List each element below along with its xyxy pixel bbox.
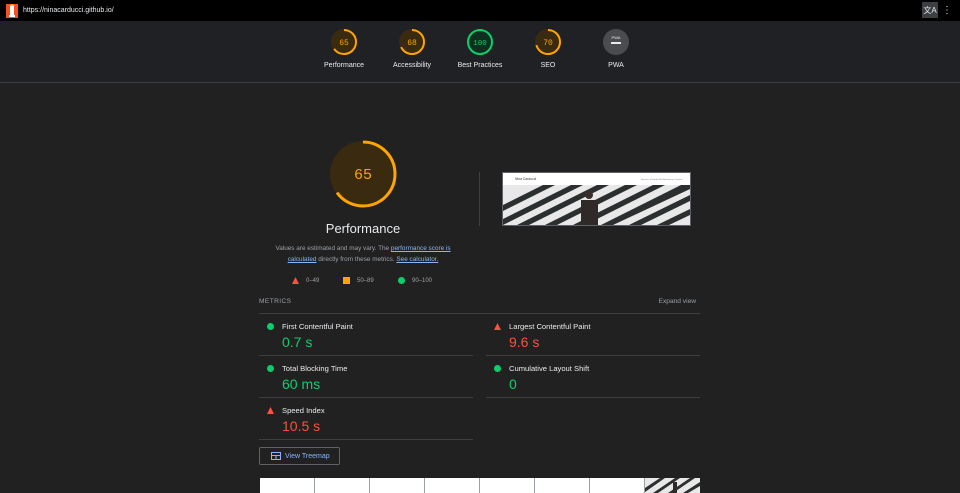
performance-title: Performance [325,221,401,236]
pwa-icon: PWA [603,29,629,55]
translate-icon[interactable]: 文A [922,2,938,18]
filmstrip-frame [425,478,480,493]
filmstrip-frame [260,478,315,493]
triangle-fail-icon [292,277,299,284]
url-text[interactable]: https://ninacarducci.github.io/ [23,7,114,14]
legend-pass: 90–100 [398,277,432,284]
metric-lcp: Largest Contentful Paint 9.6 s [486,314,700,356]
more-vert-icon[interactable]: ⋮ [942,2,952,18]
gauge-pwa[interactable]: PWA PWA [576,28,656,69]
expand-view-toggle[interactable]: Expand view [659,298,696,305]
metric-name: Largest Contentful Paint [509,322,591,331]
metric-name: Speed Index [282,406,325,415]
metric-name: Total Blocking Time [282,364,348,373]
view-treemap-button[interactable]: View Treemap [259,447,340,465]
triangle-fail-icon [494,323,501,330]
metric-cls: Cumulative Layout Shift 0 [486,356,700,398]
filmstrip-frame [535,478,590,493]
filmstrip-thumbnail [645,478,700,493]
gauge-ring: 65 [331,29,357,55]
circle-pass-icon [494,365,501,372]
gauge-score: 70 [543,39,553,48]
filmstrip-frame [315,478,370,493]
gauge-score: 65 [339,39,349,48]
metric-fcp: First Contentful Paint 0.7 s [259,314,473,356]
screenshot-image: Nina Carducci Services Portfolio Ma Réal… [503,173,690,225]
metric-value: 0.7 s [282,334,313,350]
gauge-ring: 70 [535,29,561,55]
metrics-heading: METRICS [259,298,292,305]
legend-average: 50–89 [343,277,374,284]
view-treemap-label: View Treemap [285,452,330,460]
performance-gauge: 65 [329,140,397,208]
circle-pass-icon [398,277,405,284]
metric-tbt: Total Blocking Time 60 ms [259,356,473,398]
metrics-header: METRICS Expand view [259,298,696,308]
metric-name: Cumulative Layout Shift [509,364,590,373]
lighthouse-icon [6,3,18,18]
screenshot-brand: Nina Carducci [515,177,537,181]
square-average-icon [343,277,350,284]
divider [479,172,480,226]
filmstrip-frame [370,478,425,493]
legend-fail: 0–49 [292,277,319,284]
see-calculator-link[interactable]: See calculator. [396,256,438,263]
metric-value: 10.5 s [282,418,321,434]
filmstrip-frame [480,478,535,493]
performance-score: 65 [354,167,372,184]
filmstrip [260,478,700,493]
report-main [0,84,960,493]
triangle-fail-icon [267,407,274,414]
pwa-badge-text: PWA [612,35,621,40]
gauge-ring: 68 [399,29,425,55]
score-legend: 0–49 50–89 90–100 [263,277,463,287]
metric-value: 9.6 s [509,334,540,350]
metric-si: Speed Index 10.5 s [259,398,473,440]
gauge-score: 100 [473,40,487,48]
treemap-icon [271,452,281,460]
filmstrip-frame [590,478,645,493]
circle-pass-icon [267,365,274,372]
gauge-ring: 100 [467,29,493,55]
gauge-label: PWA [608,62,624,69]
performance-description: Values are estimated and may vary. The p… [275,245,451,263]
metric-name: First Contentful Paint [282,322,353,331]
filmstrip-frame [645,478,700,493]
metric-value: 0 [509,376,517,392]
final-screenshot[interactable]: Nina Carducci Services Portfolio Ma Réal… [502,172,691,226]
circle-pass-icon [267,323,274,330]
screenshot-nav: Services Portfolio Ma Réalisations Conta… [641,178,683,181]
browser-bar: https://ninacarducci.github.io/ 文A ⋮ [0,0,960,21]
gauge-score: 68 [407,39,417,48]
metric-value: 60 ms [282,376,321,392]
score-summary: 65 Performance 68 Accessibility 100 Best… [0,21,960,83]
